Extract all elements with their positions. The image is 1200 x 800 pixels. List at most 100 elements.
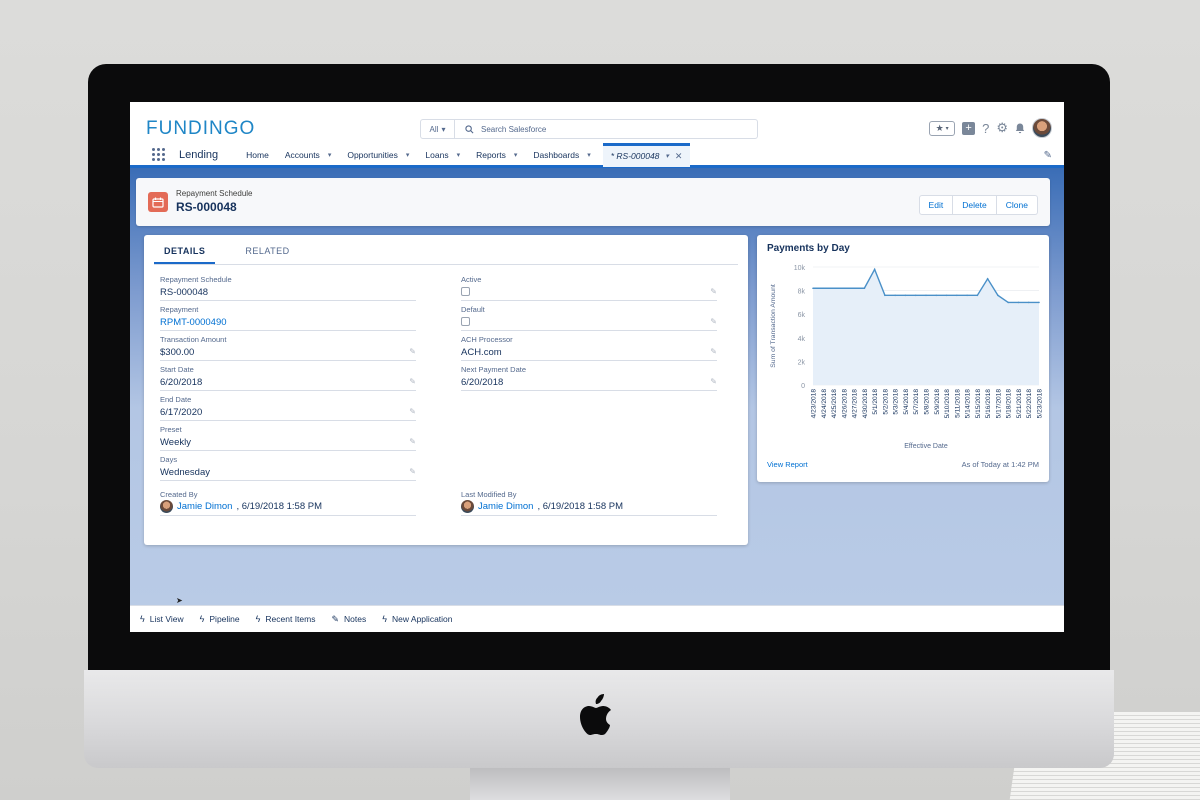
pencil-icon[interactable]: ✎ — [409, 437, 416, 446]
chevron-down-icon[interactable]: ▾ — [406, 151, 410, 159]
chevron-down-icon[interactable]: ▾ — [328, 151, 332, 159]
field-value: Weekly — [160, 437, 191, 448]
pencil-icon[interactable]: ✎ — [409, 377, 416, 386]
field-label: Next Payment Date — [461, 365, 527, 374]
search-input[interactable]: Search Salesforce — [481, 125, 546, 134]
monitor-stand — [470, 768, 730, 800]
x-tick-label: 5/9/2018 — [934, 389, 941, 415]
utility-recent-items[interactable]: ϟ Recent Items — [256, 614, 316, 624]
view-report-link[interactable]: View Report — [767, 460, 808, 469]
data-point — [843, 287, 845, 290]
payments-by-day-chart: 02k4k6k8k10k4/23/2018 4/24/2018 4/25/2018 4… — [770, 265, 1044, 450]
tab-details[interactable]: DETAILS — [154, 235, 216, 264]
nav-item-label: Reports — [476, 149, 506, 160]
x-tick-label: 4/26/2018 — [841, 389, 848, 419]
nav-item-label: Opportunities — [347, 149, 398, 160]
x-tick-label: 5/1/2018 — [872, 389, 879, 415]
chart-title: Payments by Day — [767, 243, 850, 254]
logo-text: FUNDINGO — [146, 118, 256, 139]
chevron-down-icon[interactable]: ▾ — [587, 151, 591, 159]
owner-display: Jamie Dimon , 6/19/2018 1:58 PM — [461, 500, 623, 513]
pencil-icon[interactable]: ✎ — [710, 377, 717, 386]
nav-item-label: Loans — [425, 149, 449, 160]
chevron-down-icon[interactable]: ▾ — [457, 151, 461, 159]
data-point — [986, 278, 989, 280]
nav-item-label: Accounts — [284, 149, 320, 160]
delete-button[interactable]: Delete — [953, 195, 997, 215]
app-name: Lending — [179, 148, 219, 161]
tab-record-rs-000048[interactable]: * RS-000048 ▾ ✕ — [602, 142, 691, 167]
pencil-icon[interactable]: ✎ — [409, 407, 416, 416]
data-point — [904, 294, 907, 297]
field-end-date: End Date 6/17/2020 ✎ — [160, 393, 416, 421]
user-avatar[interactable] — [1032, 118, 1052, 138]
x-tick-label: 4/30/2018 — [862, 389, 869, 419]
y-tick-label: 4k — [798, 336, 806, 343]
data-point — [863, 287, 866, 290]
x-tick-label: 5/21/2018 — [1016, 389, 1023, 419]
created-by-date: , 6/19/2018 1:58 PM — [236, 501, 322, 512]
data-point — [1017, 301, 1020, 304]
field-label: Preset — [160, 425, 182, 434]
active-checkbox[interactable] — [461, 287, 470, 296]
field-active: Active ✎ — [461, 273, 717, 301]
repayment-link[interactable]: RPMT-0000490 — [160, 317, 227, 328]
last-modified-by-user-link[interactable]: Jamie Dimon — [478, 501, 533, 512]
nav-item-dashboards[interactable]: Dashboards ▾ — [525, 144, 598, 165]
bolt-icon: ϟ — [255, 614, 261, 624]
app-launcher-icon[interactable] — [152, 147, 166, 162]
nav-item-accounts[interactable]: Accounts ▾ — [277, 144, 339, 165]
favorites-button[interactable]: ★ ▾ — [929, 120, 956, 136]
record-tabs: DETAILS RELATED — [154, 235, 738, 265]
utility-notes[interactable]: ✎ Notes — [331, 614, 366, 625]
gear-icon[interactable]: ⚙ — [996, 120, 1008, 136]
nav-item-loans[interactable]: Loans ▾ — [417, 144, 468, 165]
field-label: Default — [461, 305, 485, 314]
created-by-user-link[interactable]: Jamie Dimon — [177, 501, 232, 512]
field-value: 6/20/2018 — [160, 377, 203, 388]
search-scope-dropdown[interactable]: All ▾ — [421, 120, 455, 138]
data-point — [966, 294, 968, 297]
bell-icon[interactable] — [1015, 123, 1025, 134]
pencil-icon[interactable]: ✎ — [409, 347, 416, 356]
help-icon[interactable]: ? — [982, 121, 989, 136]
edit-nav-pencil-icon[interactable]: ✎ — [1044, 150, 1052, 161]
pencil-icon[interactable]: ✎ — [710, 287, 717, 296]
y-tick-label: 10k — [794, 265, 806, 272]
y-tick-label: 0 — [801, 383, 805, 390]
data-point — [914, 294, 917, 297]
x-tick-label: 5/7/2018 — [913, 389, 920, 415]
pencil-icon[interactable]: ✎ — [710, 317, 717, 326]
utility-new-application[interactable]: ϟ New Application — [382, 614, 452, 624]
data-point — [1038, 301, 1040, 304]
chevron-down-icon[interactable]: ▾ — [665, 152, 669, 160]
chevron-down-icon[interactable]: ▾ — [514, 151, 518, 159]
edit-button[interactable]: Edit — [918, 195, 954, 215]
pencil-icon[interactable]: ✎ — [710, 347, 717, 356]
tab-related[interactable]: RELATED — [235, 235, 299, 264]
pencil-icon[interactable]: ✎ — [409, 467, 416, 476]
field-label: End Date — [160, 395, 192, 404]
field-ach-processor: ACH Processor ACH.com ✎ — [461, 333, 717, 361]
utility-pipeline[interactable]: ϟ Pipeline — [200, 614, 240, 624]
fundingo-logo[interactable]: FUNDINGO — [146, 118, 255, 140]
field-label: Created By — [160, 490, 198, 499]
x-tick-label: 5/11/2018 — [954, 389, 961, 418]
field-label: Transaction Amount — [160, 335, 227, 344]
utility-list-view[interactable]: ϟ List View — [140, 614, 184, 624]
global-add-button[interactable]: + — [962, 121, 976, 135]
avatar — [160, 500, 173, 513]
x-tick-label: 4/24/2018 — [821, 389, 828, 419]
chevron-down-icon: ▾ — [441, 124, 446, 134]
x-tick-label: 5/10/2018 — [944, 389, 951, 419]
nav-item-opportunities[interactable]: Opportunities ▾ — [339, 144, 417, 165]
nav-item-reports[interactable]: Reports ▾ — [468, 144, 525, 165]
mouse-cursor-icon: ➤ — [176, 596, 183, 605]
field-value: Wednesday — [160, 467, 210, 478]
field-transaction-amount: Transaction Amount $300.00 ✎ — [160, 333, 416, 361]
default-checkbox[interactable] — [461, 317, 470, 326]
nav-item-home[interactable]: Home — [238, 144, 277, 165]
close-icon[interactable]: ✕ — [675, 151, 683, 162]
data-point — [956, 294, 958, 297]
clone-button[interactable]: Clone — [996, 195, 1038, 215]
